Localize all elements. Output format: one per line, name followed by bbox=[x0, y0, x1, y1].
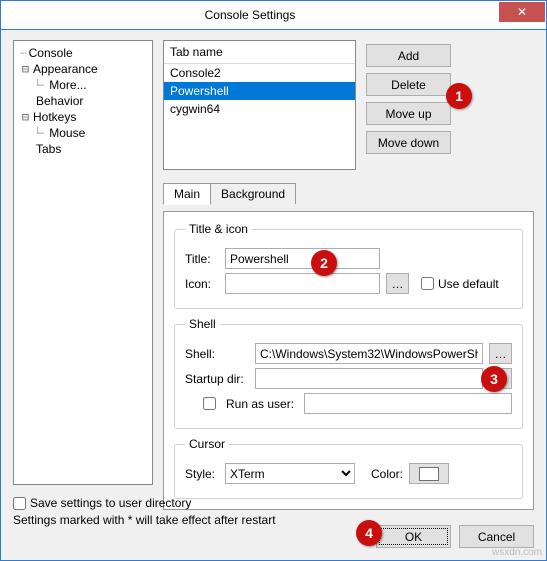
tree-connector: └╴ bbox=[34, 127, 47, 140]
move-up-button[interactable]: Move up bbox=[366, 102, 451, 125]
add-button[interactable]: Add bbox=[366, 44, 451, 67]
tree-label: Tabs bbox=[34, 142, 61, 156]
tree-item-appearance[interactable]: ⊟Appearance bbox=[16, 61, 150, 77]
use-default-text: Use default bbox=[438, 277, 499, 291]
save-to-dir-text: Save settings to user directory bbox=[30, 496, 191, 510]
tab-name-item[interactable]: cygwin64 bbox=[164, 100, 355, 118]
startup-dir-browse-button[interactable]: … bbox=[489, 368, 512, 389]
titlebar: Console Settings ✕ bbox=[0, 0, 547, 30]
delete-button[interactable]: Delete bbox=[366, 73, 451, 96]
tree-collapse-icon[interactable]: ⊟ bbox=[20, 64, 31, 75]
tree-item-hotkeys[interactable]: ⊟Hotkeys bbox=[16, 109, 150, 125]
tab-name-list[interactable]: Tab name Console2 Powershell cygwin64 bbox=[163, 40, 356, 170]
ok-button[interactable]: OK bbox=[376, 525, 451, 548]
title-label: Title: bbox=[185, 252, 219, 266]
tree-item-tabs[interactable]: Tabs bbox=[16, 141, 150, 157]
tree-label: More... bbox=[47, 78, 86, 92]
ellipsis-icon: … bbox=[392, 277, 404, 291]
icon-input[interactable] bbox=[225, 273, 380, 294]
restart-note: Settings marked with * will take effect … bbox=[13, 513, 276, 527]
settings-tree[interactable]: ┄Console ⊟Appearance └╴More... Behavior … bbox=[13, 40, 153, 485]
tab-page-main: Title & icon Title: Icon: … Use default bbox=[163, 211, 534, 510]
shell-input[interactable] bbox=[255, 343, 483, 364]
tree-label: Mouse bbox=[47, 126, 85, 140]
color-button[interactable] bbox=[409, 463, 449, 484]
cancel-button[interactable]: Cancel bbox=[459, 525, 534, 548]
save-to-dir-checkbox[interactable] bbox=[13, 497, 26, 510]
tree-connector: ┄ bbox=[20, 47, 27, 60]
tree-connector: └╴ bbox=[34, 79, 47, 92]
tree-label: Hotkeys bbox=[31, 110, 76, 124]
tree-item-behavior[interactable]: Behavior bbox=[16, 93, 150, 109]
group-title-icon: Title & icon Title: Icon: … Use default bbox=[174, 222, 523, 309]
move-down-button[interactable]: Move down bbox=[366, 131, 451, 154]
tab-name-item[interactable]: Powershell bbox=[164, 82, 355, 100]
ellipsis-icon: … bbox=[495, 347, 507, 361]
tree-label: Appearance bbox=[31, 62, 98, 76]
startup-dir-label: Startup dir: bbox=[185, 372, 249, 386]
style-select[interactable]: XTerm bbox=[225, 463, 355, 484]
group-legend: Title & icon bbox=[185, 222, 252, 236]
shell-browse-button[interactable]: … bbox=[489, 343, 512, 364]
tab-name-header: Tab name bbox=[164, 41, 355, 64]
close-button[interactable]: ✕ bbox=[499, 2, 545, 22]
close-icon: ✕ bbox=[517, 5, 527, 19]
tab-strip: Main Background bbox=[163, 183, 534, 204]
group-legend: Cursor bbox=[185, 437, 229, 451]
dialog-body: ┄Console ⊟Appearance └╴More... Behavior … bbox=[0, 30, 547, 561]
tree-collapse-icon[interactable]: ⊟ bbox=[20, 112, 31, 123]
tree-item-console[interactable]: ┄Console bbox=[16, 45, 150, 61]
tab-main[interactable]: Main bbox=[163, 183, 211, 205]
color-label: Color: bbox=[371, 467, 403, 481]
watermark: wsxdn.com bbox=[492, 547, 542, 558]
icon-label: Icon: bbox=[185, 277, 219, 291]
icon-browse-button[interactable]: … bbox=[386, 273, 409, 294]
use-default-checkbox[interactable] bbox=[421, 277, 434, 290]
tree-label: Behavior bbox=[34, 94, 83, 108]
group-legend: Shell bbox=[185, 317, 220, 331]
use-default-label[interactable]: Use default bbox=[421, 277, 499, 291]
tab-background[interactable]: Background bbox=[210, 183, 296, 204]
ellipsis-icon: … bbox=[495, 372, 507, 386]
save-to-dir-label[interactable]: Save settings to user directory bbox=[13, 496, 191, 510]
color-swatch bbox=[419, 467, 439, 481]
group-shell: Shell Shell: … Startup dir: … Run as use… bbox=[174, 317, 523, 429]
tree-item-more[interactable]: └╴More... bbox=[30, 77, 150, 93]
run-as-user-input[interactable] bbox=[304, 393, 512, 414]
startup-dir-input[interactable] bbox=[255, 368, 483, 389]
window-title: Console Settings bbox=[1, 8, 499, 22]
run-as-user-checkbox[interactable] bbox=[203, 397, 216, 410]
shell-label: Shell: bbox=[185, 347, 249, 361]
title-input[interactable] bbox=[225, 248, 380, 269]
tree-label: Console bbox=[27, 46, 73, 60]
run-as-user-label: Run as user: bbox=[226, 397, 294, 411]
style-label: Style: bbox=[185, 467, 219, 481]
tab-name-item[interactable]: Console2 bbox=[164, 64, 355, 82]
tree-item-mouse[interactable]: └╴Mouse bbox=[30, 125, 150, 141]
